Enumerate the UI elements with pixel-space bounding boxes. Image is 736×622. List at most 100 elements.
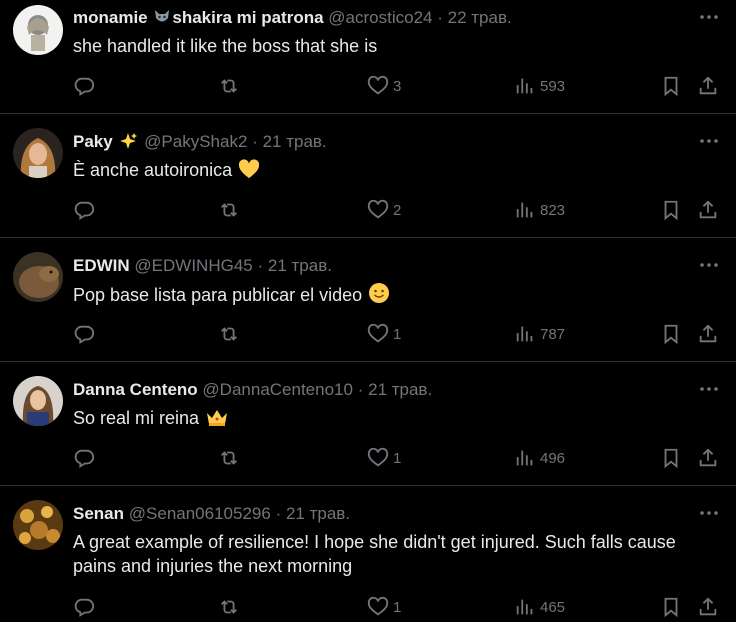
views-button[interactable]: 496	[514, 446, 565, 470]
user-handle[interactable]: @EDWINHG45	[134, 256, 252, 275]
bookmark-button[interactable]	[660, 322, 682, 346]
bookmark-icon	[660, 596, 682, 618]
separator: ·	[275, 504, 282, 523]
avatar[interactable]	[13, 5, 63, 55]
display-name[interactable]: Senan	[73, 504, 124, 523]
reply-icon	[73, 199, 95, 221]
share-icon	[697, 75, 719, 97]
retweet-button[interactable]	[218, 595, 240, 619]
more-icon[interactable]	[698, 502, 720, 524]
reply-button[interactable]	[73, 322, 95, 346]
share-button[interactable]	[697, 322, 719, 346]
retweet-icon	[218, 75, 240, 97]
user-handle[interactable]: @PakyShak2	[144, 132, 247, 151]
separator: ·	[357, 380, 364, 399]
display-name[interactable]: monamie shakira mi patrona	[73, 8, 324, 27]
like-button[interactable]: 2	[367, 198, 401, 222]
retweet-button[interactable]	[218, 322, 240, 346]
share-button[interactable]	[697, 198, 719, 222]
more-icon[interactable]	[698, 130, 720, 152]
retweet-button[interactable]	[218, 198, 240, 222]
like-button[interactable]: 3	[367, 74, 401, 98]
like-button[interactable]: 1	[367, 446, 401, 470]
tweet-header: Senan @Senan06105296 · 21 трав.	[73, 504, 350, 524]
user-handle[interactable]: @Senan06105296	[129, 504, 271, 523]
like-count: 1	[393, 449, 402, 467]
tweet[interactable]: Senan @Senan06105296 · 21 трав. A great …	[0, 486, 736, 622]
share-button[interactable]	[697, 74, 719, 98]
bookmark-button[interactable]	[660, 446, 682, 470]
reply-button[interactable]	[73, 74, 95, 98]
views-button[interactable]: 465	[514, 595, 565, 619]
timestamp[interactable]: 22 трав.	[448, 8, 512, 27]
retweet-icon	[218, 323, 240, 345]
bookmark-button[interactable]	[660, 198, 682, 222]
share-button[interactable]	[697, 595, 719, 619]
display-name[interactable]: EDWIN	[73, 256, 130, 275]
tweet[interactable]: monamie shakira mi patrona @acrostico24 …	[0, 0, 736, 114]
views-button[interactable]: 787	[514, 322, 565, 346]
timestamp[interactable]: 21 трав.	[286, 504, 350, 523]
like-button[interactable]: 1	[367, 322, 401, 346]
reply-button[interactable]	[73, 198, 95, 222]
avatar[interactable]	[13, 376, 63, 426]
more-icon[interactable]	[698, 378, 720, 400]
views-icon	[514, 75, 536, 97]
retweet-icon	[218, 596, 240, 618]
retweet-button[interactable]	[218, 74, 240, 98]
views-count: 593	[540, 77, 566, 95]
like-icon	[367, 323, 389, 345]
like-count: 1	[393, 598, 402, 616]
user-handle[interactable]: @acrostico24	[328, 8, 432, 27]
tweet-actions: 1 787	[73, 322, 723, 346]
retweet-icon	[218, 447, 240, 469]
tweet[interactable]: Danna Centeno @DannaCenteno10 · 21 трав.…	[0, 362, 736, 486]
tweet-header: monamie shakira mi patrona @acrostico24 …	[73, 8, 512, 31]
tweet-text: È anche autoironica	[73, 158, 723, 185]
reply-button[interactable]	[73, 446, 95, 470]
views-button[interactable]: 593	[514, 74, 565, 98]
views-icon	[514, 596, 536, 618]
more-icon[interactable]	[698, 254, 720, 276]
retweet-button[interactable]	[218, 446, 240, 470]
bookmark-icon	[660, 75, 682, 97]
display-name[interactable]: Danna Centeno	[73, 380, 198, 399]
more-icon[interactable]	[698, 6, 720, 28]
views-count: 787	[540, 325, 566, 343]
display-name[interactable]: Paky	[73, 132, 139, 151]
views-button[interactable]: 823	[514, 198, 565, 222]
tweet-text: A great example of resilience! I hope sh…	[73, 532, 676, 576]
views-count: 823	[540, 201, 566, 219]
reply-button[interactable]	[73, 595, 95, 619]
reply-icon	[73, 75, 95, 97]
bookmark-icon	[660, 199, 682, 221]
share-button[interactable]	[697, 446, 719, 470]
timestamp[interactable]: 21 трав.	[263, 132, 327, 151]
reply-icon	[73, 323, 95, 345]
share-icon	[697, 447, 719, 469]
like-icon	[367, 596, 389, 618]
timestamp[interactable]: 21 трав.	[268, 256, 332, 275]
views-icon	[514, 199, 536, 221]
avatar[interactable]	[13, 128, 63, 178]
like-count: 3	[393, 77, 402, 95]
like-button[interactable]: 1	[367, 595, 401, 619]
timestamp[interactable]: 21 трав.	[368, 380, 432, 399]
tweet-text: Pop base lista para publicar el video	[73, 282, 723, 310]
tweet-actions: 1 496	[73, 446, 723, 470]
bookmark-button[interactable]	[660, 74, 682, 98]
tweet[interactable]: EDWIN @EDWINHG45 · 21 трав. Pop base lis…	[0, 238, 736, 362]
views-icon	[514, 323, 536, 345]
sparkles-emoji-icon	[118, 132, 138, 155]
bookmark-button[interactable]	[660, 595, 682, 619]
tweet-header: EDWIN @EDWINHG45 · 21 трав.	[73, 256, 332, 276]
tweet-text: So real mi reina	[73, 406, 723, 433]
like-icon	[367, 447, 389, 469]
tweet[interactable]: Paky @PakyShak2 · 21 трав. È anche autoi…	[0, 114, 736, 238]
share-icon	[697, 596, 719, 618]
like-icon	[367, 199, 389, 221]
avatar[interactable]	[13, 252, 63, 302]
user-handle[interactable]: @DannaCenteno10	[202, 380, 353, 399]
separator: ·	[252, 132, 258, 151]
avatar[interactable]	[13, 500, 63, 550]
